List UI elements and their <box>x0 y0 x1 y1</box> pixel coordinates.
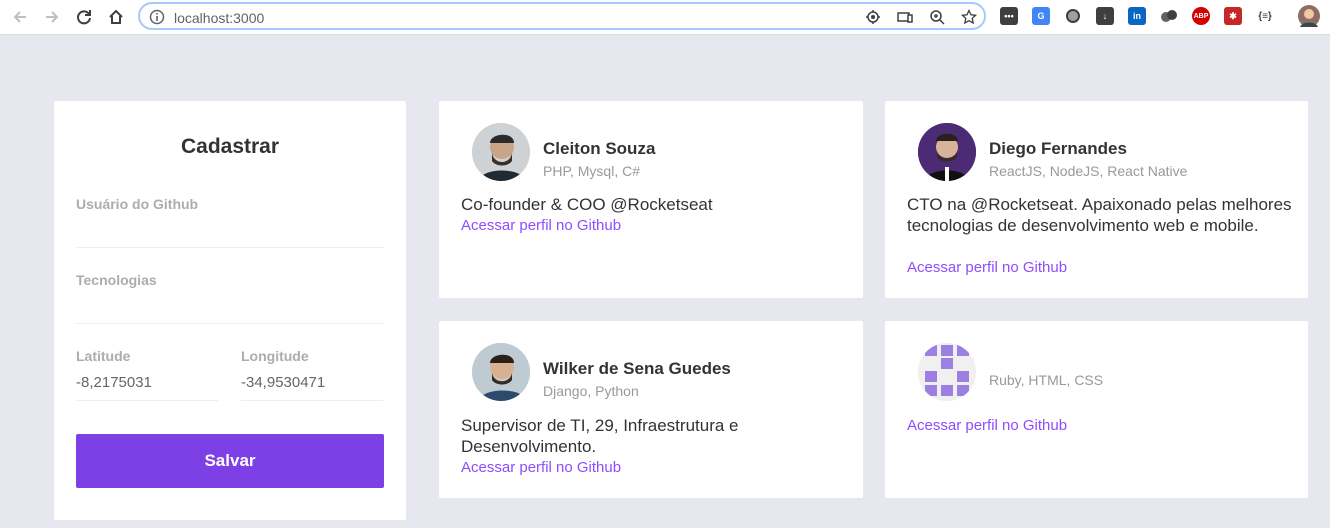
avatar <box>472 123 530 181</box>
save-button[interactable]: Salvar <box>76 434 384 488</box>
pinterest-style-extension-icon[interactable]: ••• <box>1000 7 1018 25</box>
dev-bio: Supervisor de TI, 29, Infraestrutura e D… <box>461 416 739 456</box>
linkedin-icon[interactable]: in <box>1128 7 1146 25</box>
dev-bio: CTO na @Rocketseat. Apaixonado pelas mel… <box>907 195 1292 235</box>
latitude-label: Latitude <box>76 348 131 364</box>
dev-bio: Co-founder & COO @Rocketseat <box>461 195 713 214</box>
techs-label: Tecnologias <box>76 272 157 288</box>
github-profile-link[interactable]: Acessar perfil no Github <box>461 217 621 234</box>
github-user-underline <box>76 247 384 248</box>
adblock-plus-icon-label: ABP <box>1193 12 1209 20</box>
longitude-input[interactable]: -34,9530471 <box>241 374 383 391</box>
dev-name: Wilker de Sena Guedes <box>543 359 731 378</box>
latitude-underline <box>76 400 218 401</box>
dev-techs: ReactJS, NodeJS, React Native <box>989 163 1188 179</box>
dev-name: Diego Fernandes <box>989 139 1127 158</box>
latitude-input[interactable]: -8,2175031 <box>76 374 218 391</box>
puzzle-red-extension-icon[interactable]: ✱ <box>1224 7 1242 25</box>
json-viewer-icon[interactable]: {≡} <box>1256 7 1274 25</box>
address-bar[interactable]: localhost:3000 <box>138 2 986 30</box>
url-text[interactable]: localhost:3000 <box>174 10 264 26</box>
devices-icon[interactable] <box>896 8 914 26</box>
dev-card: Diego Fernandes ReactJS, NodeJS, React N… <box>885 101 1308 298</box>
avatar <box>472 343 530 401</box>
dev-card: Wilker de Sena Guedes Django, Python Sup… <box>439 321 863 498</box>
register-form: Cadastrar Usuário do Github Tecnologias … <box>54 101 406 520</box>
longitude-label: Longitude <box>241 348 309 364</box>
dev-techs: PHP, Mysql, C# <box>543 163 640 179</box>
dev-card: Cleiton Souza PHP, Mysql, C# Co-founder … <box>439 101 863 298</box>
dev-techs: Ruby, HTML, CSS <box>989 372 1104 388</box>
dev-techs: Django, Python <box>543 383 639 399</box>
json-viewer-icon-label: {≡} <box>1258 10 1272 22</box>
identicon-avatar <box>918 343 976 401</box>
zoom-icon[interactable] <box>928 8 946 26</box>
bookmark-star-icon[interactable] <box>960 8 978 26</box>
info-icon[interactable] <box>148 8 166 26</box>
home-icon[interactable] <box>104 5 128 29</box>
browser-toolbar: localhost:3000 ••• G ↓ in ABP ✱ {≡} <box>0 0 1330 35</box>
github-user-label: Usuário do Github <box>76 196 199 212</box>
techs-input[interactable] <box>76 295 384 319</box>
circle-extension-icon[interactable] <box>1064 7 1082 25</box>
adblock-plus-icon[interactable]: ABP <box>1192 7 1210 25</box>
form-title: Cadastrar <box>180 135 280 158</box>
linkedin-icon-label: in <box>1133 11 1141 21</box>
location-icon[interactable] <box>864 8 882 26</box>
github-profile-link[interactable]: Acessar perfil no Github <box>907 417 1067 434</box>
multi-circle-extension-icon[interactable] <box>1160 7 1178 25</box>
download-extension-icon[interactable]: ↓ <box>1096 7 1114 25</box>
reload-icon[interactable] <box>72 5 96 29</box>
google-translate-icon[interactable]: G <box>1032 7 1050 25</box>
github-profile-link[interactable]: Acessar perfil no Github <box>907 259 1067 276</box>
forward-arrow-icon[interactable] <box>40 5 64 29</box>
github-user-input[interactable] <box>76 219 384 243</box>
avatar <box>918 123 976 181</box>
profile-avatar[interactable] <box>1298 5 1320 27</box>
longitude-underline <box>241 400 383 401</box>
dev-card: Ruby, HTML, CSS Acessar perfil no Github <box>885 321 1308 498</box>
techs-underline <box>76 323 384 324</box>
github-profile-link[interactable]: Acessar perfil no Github <box>461 459 621 476</box>
dev-name: Cleiton Souza <box>543 139 656 158</box>
back-arrow-icon[interactable] <box>8 5 32 29</box>
